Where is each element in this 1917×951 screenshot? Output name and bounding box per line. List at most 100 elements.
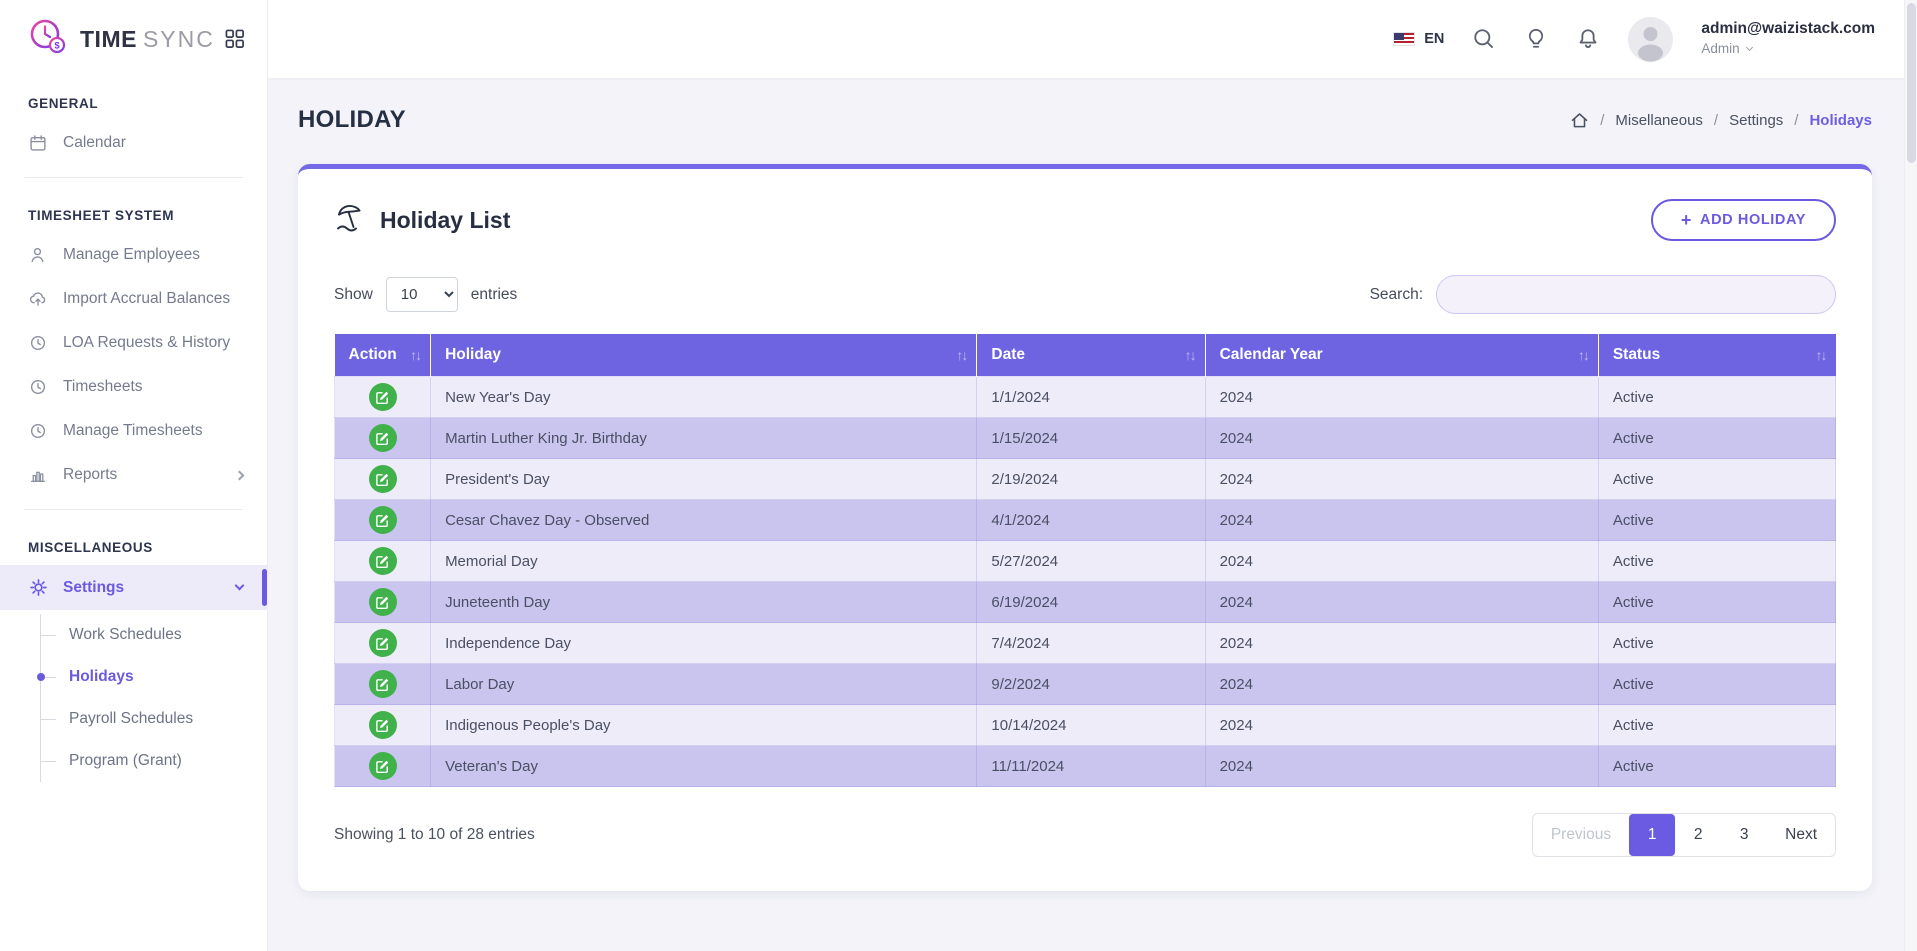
breadcrumb-miscellaneous[interactable]: Misellaneous bbox=[1615, 112, 1703, 129]
pagination-page-2[interactable]: 2 bbox=[1675, 814, 1721, 856]
pagination-page-1[interactable]: 1 bbox=[1629, 814, 1675, 856]
sidebar-toggle-grid-icon[interactable] bbox=[225, 29, 245, 49]
svg-text:$: $ bbox=[54, 40, 60, 51]
sort-arrows-icon[interactable]: ↑↓ bbox=[956, 347, 966, 363]
language-selector[interactable]: EN bbox=[1393, 31, 1444, 47]
chevron-down-icon bbox=[1746, 44, 1753, 51]
breadcrumb: / Misellaneous / Settings / Holidays bbox=[1570, 111, 1872, 130]
column-header-calendar-year[interactable]: Calendar Year↑↓ bbox=[1205, 334, 1598, 377]
holiday-cell: Cesar Chavez Day - Observed bbox=[431, 500, 977, 541]
status-cell: Active bbox=[1598, 623, 1835, 664]
sidebar-item-loa-requests[interactable]: LOA Requests & History bbox=[0, 321, 267, 365]
column-header-action[interactable]: Action↑↓ bbox=[335, 334, 431, 377]
holiday-table: Action↑↓ Holiday↑↓ Date↑↓ Calendar Year↑… bbox=[334, 334, 1836, 787]
clock-icon bbox=[28, 334, 48, 352]
main-content: HOLIDAY / Misellaneous / Settings / Holi… bbox=[268, 78, 1917, 951]
table-row: Veteran's Day 11/11/2024 2024 Active bbox=[335, 746, 1836, 787]
home-icon[interactable] bbox=[1570, 111, 1589, 130]
language-label: EN bbox=[1424, 31, 1444, 47]
avatar[interactable] bbox=[1628, 17, 1673, 62]
edit-pencil-square-icon bbox=[375, 595, 390, 610]
edit-holiday-button[interactable] bbox=[369, 711, 397, 739]
calendar-year-cell: 2024 bbox=[1205, 664, 1598, 705]
sidebar-item-calendar[interactable]: Calendar bbox=[0, 121, 267, 165]
table-row: Cesar Chavez Day - Observed 4/1/2024 202… bbox=[335, 500, 1836, 541]
brand-logo[interactable]: $ TIME SYNC bbox=[0, 0, 267, 78]
sidebar-item-settings[interactable]: Settings bbox=[0, 565, 267, 610]
column-header-status[interactable]: Status↑↓ bbox=[1598, 334, 1835, 377]
sidebar-item-timesheets[interactable]: Timesheets bbox=[0, 365, 267, 409]
edit-holiday-button[interactable] bbox=[369, 424, 397, 452]
sidebar: $ TIME SYNC GENERAL Calendar TIMESHEET S… bbox=[0, 0, 268, 951]
add-holiday-button[interactable]: + ADD HOLIDAY bbox=[1651, 199, 1836, 241]
sort-arrows-icon[interactable]: ↑↓ bbox=[1578, 347, 1588, 363]
scrollbar-thumb[interactable] bbox=[1907, 3, 1916, 163]
breadcrumb-settings[interactable]: Settings bbox=[1729, 112, 1783, 129]
action-cell bbox=[335, 746, 431, 787]
bell-icon[interactable] bbox=[1576, 27, 1600, 51]
calendar-year-cell: 2024 bbox=[1205, 582, 1598, 623]
edit-holiday-button[interactable] bbox=[369, 506, 397, 534]
table-row: Indigenous People's Day 10/14/2024 2024 … bbox=[335, 705, 1836, 746]
edit-holiday-button[interactable] bbox=[369, 588, 397, 616]
user-icon bbox=[28, 246, 48, 264]
table-row: New Year's Day 1/1/2024 2024 Active bbox=[335, 377, 1836, 418]
edit-holiday-button[interactable] bbox=[369, 752, 397, 780]
column-header-holiday[interactable]: Holiday↑↓ bbox=[431, 334, 977, 377]
breadcrumb-holidays: Holidays bbox=[1809, 112, 1872, 129]
edit-holiday-button[interactable] bbox=[369, 465, 397, 493]
timesync-clock-logo-icon: $ bbox=[26, 15, 70, 64]
holiday-cell: Independence Day bbox=[431, 623, 977, 664]
date-cell: 5/27/2024 bbox=[977, 541, 1205, 582]
date-cell: 9/2/2024 bbox=[977, 664, 1205, 705]
edit-holiday-button[interactable] bbox=[369, 547, 397, 575]
edit-pencil-square-icon bbox=[375, 472, 390, 487]
sort-arrows-icon[interactable]: ↑↓ bbox=[410, 347, 420, 363]
edit-holiday-button[interactable] bbox=[369, 629, 397, 657]
sidebar-section-timesheet-system: TIMESHEET SYSTEM bbox=[0, 190, 267, 233]
beach-umbrella-icon bbox=[334, 201, 366, 239]
sidebar-item-work-schedules[interactable]: Work Schedules bbox=[41, 614, 267, 656]
edit-pencil-square-icon bbox=[375, 390, 390, 405]
status-cell: Active bbox=[1598, 500, 1835, 541]
pagination-previous[interactable]: Previous bbox=[1533, 814, 1629, 856]
holiday-cell: Labor Day bbox=[431, 664, 977, 705]
lightbulb-icon[interactable] bbox=[1524, 27, 1548, 51]
vertical-scrollbar[interactable] bbox=[1904, 0, 1917, 951]
sidebar-divider bbox=[24, 177, 243, 178]
edit-pencil-square-icon bbox=[375, 759, 390, 774]
column-header-date[interactable]: Date↑↓ bbox=[977, 334, 1205, 377]
edit-pencil-square-icon bbox=[375, 636, 390, 651]
pagination-next[interactable]: Next bbox=[1767, 814, 1835, 856]
search-icon[interactable] bbox=[1472, 27, 1496, 51]
user-email: admin@waizistack.com bbox=[1701, 19, 1875, 40]
page-title: HOLIDAY bbox=[298, 106, 406, 134]
sidebar-item-reports[interactable]: Reports bbox=[0, 453, 267, 497]
sidebar-item-manage-employees[interactable]: Manage Employees bbox=[0, 233, 267, 277]
sort-arrows-icon[interactable]: ↑↓ bbox=[1185, 347, 1195, 363]
sidebar-item-manage-timesheets[interactable]: Manage Timesheets bbox=[0, 409, 267, 453]
holiday-cell: Memorial Day bbox=[431, 541, 977, 582]
pagination-page-3[interactable]: 3 bbox=[1721, 814, 1767, 856]
user-menu[interactable]: admin@waizistack.com Admin bbox=[1701, 19, 1875, 58]
action-cell bbox=[335, 582, 431, 623]
holiday-cell: Indigenous People's Day bbox=[431, 705, 977, 746]
search-label: Search: bbox=[1370, 286, 1423, 304]
card-title-row: Holiday List bbox=[334, 201, 510, 239]
clock-icon bbox=[28, 378, 48, 396]
sort-arrows-icon[interactable]: ↑↓ bbox=[1816, 347, 1826, 363]
action-cell bbox=[335, 664, 431, 705]
status-cell: Active bbox=[1598, 582, 1835, 623]
sidebar-item-program-grant[interactable]: Program (Grant) bbox=[41, 740, 267, 782]
edit-holiday-button[interactable] bbox=[369, 383, 397, 411]
search-input[interactable] bbox=[1436, 275, 1836, 314]
sidebar-item-payroll-schedules[interactable]: Payroll Schedules bbox=[41, 698, 267, 740]
table-row: Juneteenth Day 6/19/2024 2024 Active bbox=[335, 582, 1836, 623]
edit-holiday-button[interactable] bbox=[369, 670, 397, 698]
holiday-cell: President's Day bbox=[431, 459, 977, 500]
pagination: Previous 1 2 3 Next bbox=[1532, 813, 1836, 857]
page-size-select[interactable]: 10 bbox=[386, 277, 458, 312]
calendar-year-cell: 2024 bbox=[1205, 459, 1598, 500]
sidebar-item-holidays[interactable]: Holidays bbox=[41, 656, 267, 698]
sidebar-item-import-accrual-balances[interactable]: Import Accrual Balances bbox=[0, 277, 267, 321]
